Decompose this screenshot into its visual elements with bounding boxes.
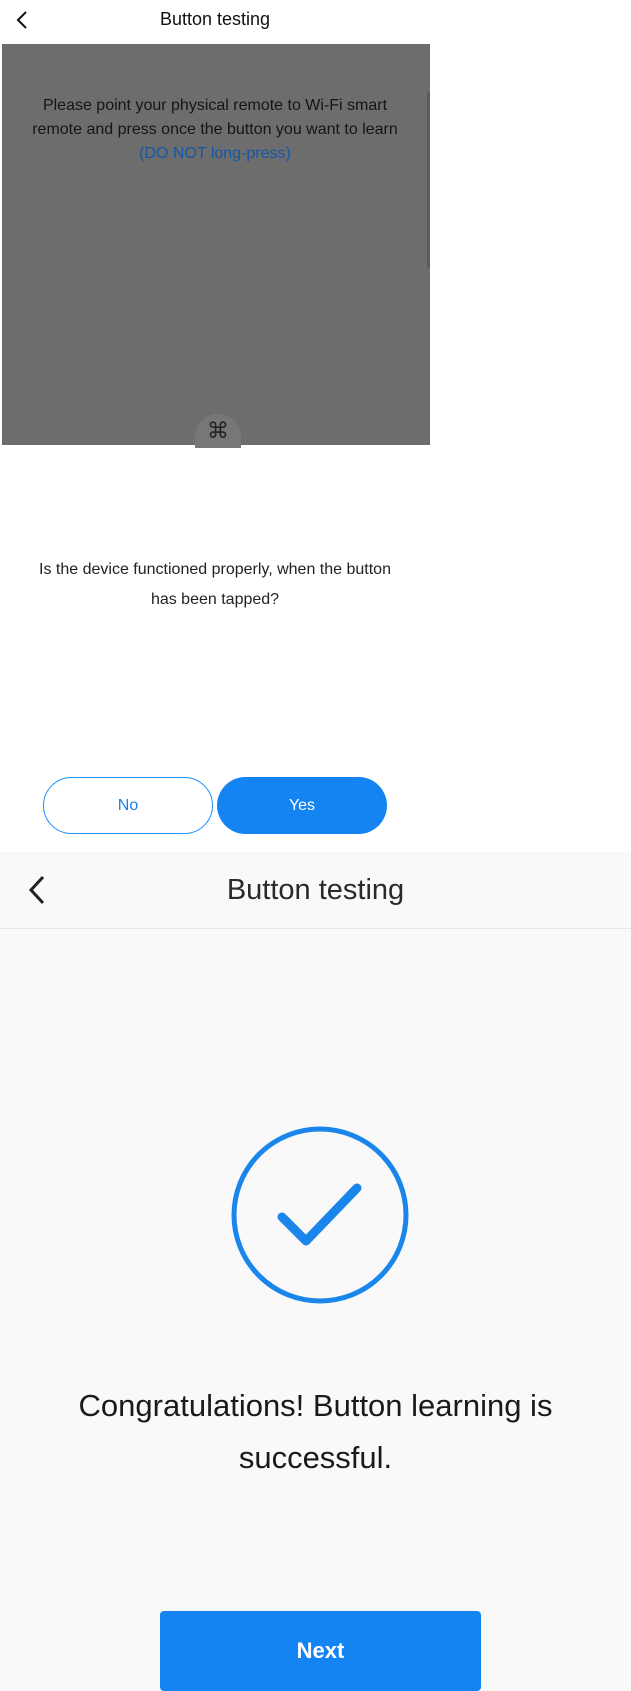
- check-circle-icon: [230, 1125, 410, 1305]
- chevron-left-icon: [16, 11, 27, 29]
- device-check-question: Is the device functioned properly, when …: [39, 561, 391, 608]
- next-button[interactable]: Next: [160, 1611, 481, 1691]
- learning-instruction: Please point your physical remote to Wi-…: [32, 94, 398, 166]
- instruction-text: Please point your physical remote to Wi-…: [32, 97, 398, 138]
- top-back-button[interactable]: [10, 4, 34, 36]
- bottom-back-button[interactable]: [20, 870, 54, 910]
- no-button[interactable]: No: [43, 777, 213, 834]
- overlay-scrollbar[interactable]: [427, 92, 430, 268]
- success-message: Congratulations! Button learning is succ…: [78, 1388, 553, 1475]
- yes-button[interactable]: Yes: [217, 777, 387, 834]
- chevron-left-icon: [28, 875, 45, 905]
- top-page-title: Button testing: [159, 9, 271, 29]
- instruction-warning: (DO NOT long-press): [139, 145, 291, 162]
- bottom-page-title: Button testing: [226, 874, 405, 906]
- header-divider: [0, 928, 631, 929]
